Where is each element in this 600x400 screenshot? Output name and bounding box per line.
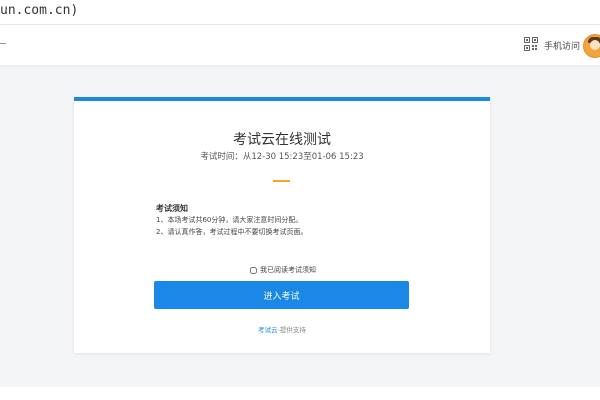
start-exam-button[interactable]: 进入考试 — [154, 281, 409, 309]
url-fragment: un.com.cn) — [0, 3, 79, 18]
app-window: 手机访问 考试云在线测试 考试时间：从12-30 15:23至01-06 15:… — [0, 24, 600, 388]
title-divider — [273, 180, 290, 182]
browser-url-strip: un.com.cn) — [0, 0, 600, 24]
agree-checkbox[interactable] — [250, 266, 257, 274]
exam-card: 考试云在线测试 考试时间：从12-30 15:23至01-06 15:23 考试… — [74, 97, 490, 353]
back-icon[interactable] — [0, 37, 6, 51]
mobile-access-link[interactable]: 手机访问 — [544, 39, 580, 52]
notice-title: 考试须知 — [156, 204, 188, 213]
agree-label: 我已阅读考试须知 — [260, 266, 316, 274]
support-footer: 考试云-提供支持 — [74, 324, 490, 334]
qr-code-icon[interactable] — [524, 37, 538, 51]
notice-item-2: 2、请认真作答，考试过程中不要切换考试页面。 — [156, 228, 308, 236]
card-top-accent — [74, 97, 490, 101]
app-header: 手机访问 — [0, 25, 600, 65]
exam-time: 考试时间：从12-30 15:23至01-06 15:23 — [200, 152, 364, 162]
support-suffix: -提供支持 — [277, 326, 306, 334]
avatar-face — [590, 40, 600, 50]
agree-checkbox-row[interactable]: 我已阅读考试须知 — [250, 265, 316, 275]
user-avatar[interactable] — [583, 34, 600, 58]
bottom-strip — [0, 387, 600, 400]
support-brand-link[interactable]: 考试云 — [258, 326, 278, 334]
exam-title: 考试云在线测试 — [233, 132, 331, 148]
notice-item-1: 1、本场考试共60分钟，请大家注意时间分配。 — [156, 216, 303, 224]
